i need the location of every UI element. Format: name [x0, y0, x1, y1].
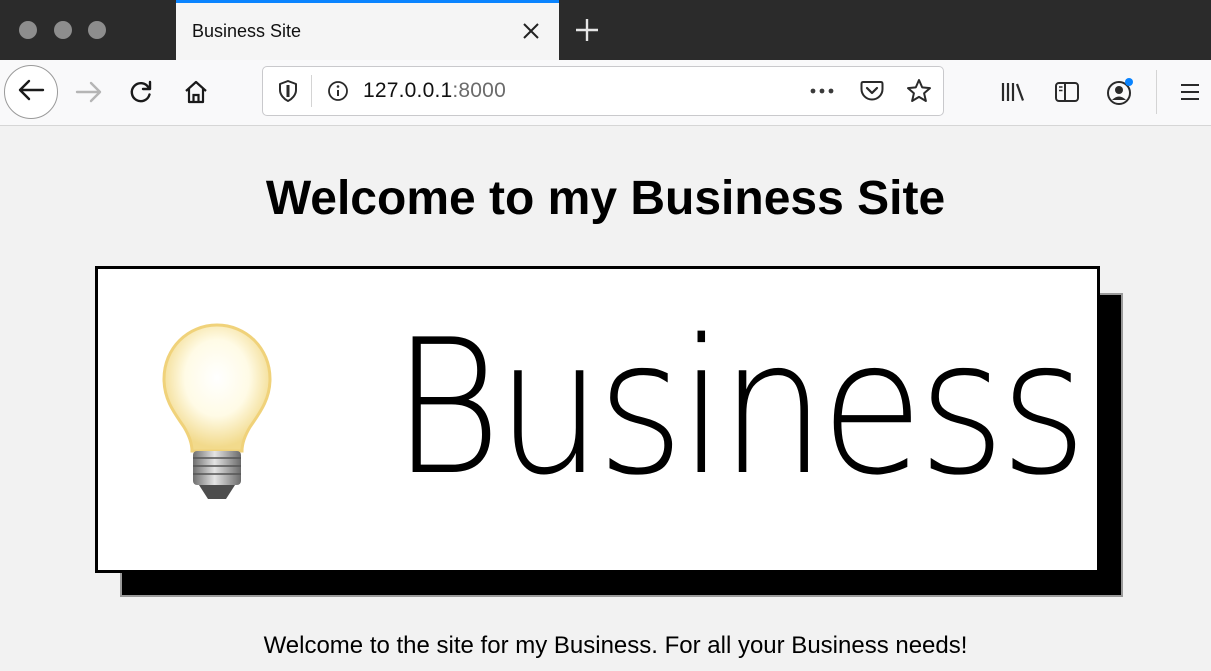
pocket-icon[interactable] — [855, 74, 889, 108]
navigation-toolbar: 127.0.0.1:8000 — [0, 60, 1211, 126]
lightbulb-icon — [158, 323, 276, 505]
close-icon[interactable] — [517, 17, 545, 45]
back-button[interactable] — [4, 65, 58, 119]
page-content: Welcome to my Business Site Business Wel… — [0, 127, 1211, 671]
sidebar-icon[interactable] — [1044, 69, 1090, 115]
url-port: :8000 — [452, 79, 506, 102]
reload-icon[interactable] — [118, 69, 164, 115]
star-icon[interactable] — [902, 74, 936, 108]
shield-icon[interactable] — [271, 74, 305, 108]
tab-title: Business Site — [192, 21, 302, 41]
active-tab[interactable]: Business Site — [176, 0, 559, 60]
tab-strip: Business Site — [0, 0, 1211, 60]
url-bar[interactable]: 127.0.0.1:8000 — [262, 66, 944, 116]
banner-text: Business — [392, 299, 1087, 516]
more-icon[interactable] — [805, 74, 839, 108]
account-icon[interactable] — [1097, 69, 1143, 115]
forward-arrow-icon[interactable] — [66, 69, 112, 115]
menu-icon[interactable] — [1167, 69, 1211, 115]
window-close-dot[interactable] — [19, 21, 37, 39]
library-icon[interactable] — [990, 69, 1036, 115]
plus-icon[interactable] — [570, 13, 604, 47]
url-separator — [311, 75, 312, 107]
info-icon[interactable] — [321, 74, 355, 108]
url-host: 127.0.0.1 — [363, 79, 453, 102]
back-arrow-icon — [17, 78, 45, 107]
window-minimize-dot[interactable] — [54, 21, 72, 39]
page-title: Welcome to my Business Site — [265, 172, 946, 225]
tagline: Welcome to the site for my Business. For… — [263, 632, 968, 659]
home-icon[interactable] — [173, 69, 219, 115]
toolbar-separator — [1156, 70, 1157, 114]
window-zoom-dot[interactable] — [88, 21, 106, 39]
url-text[interactable]: 127.0.0.1:8000 — [363, 79, 506, 103]
business-banner-image: Business — [95, 266, 1100, 573]
